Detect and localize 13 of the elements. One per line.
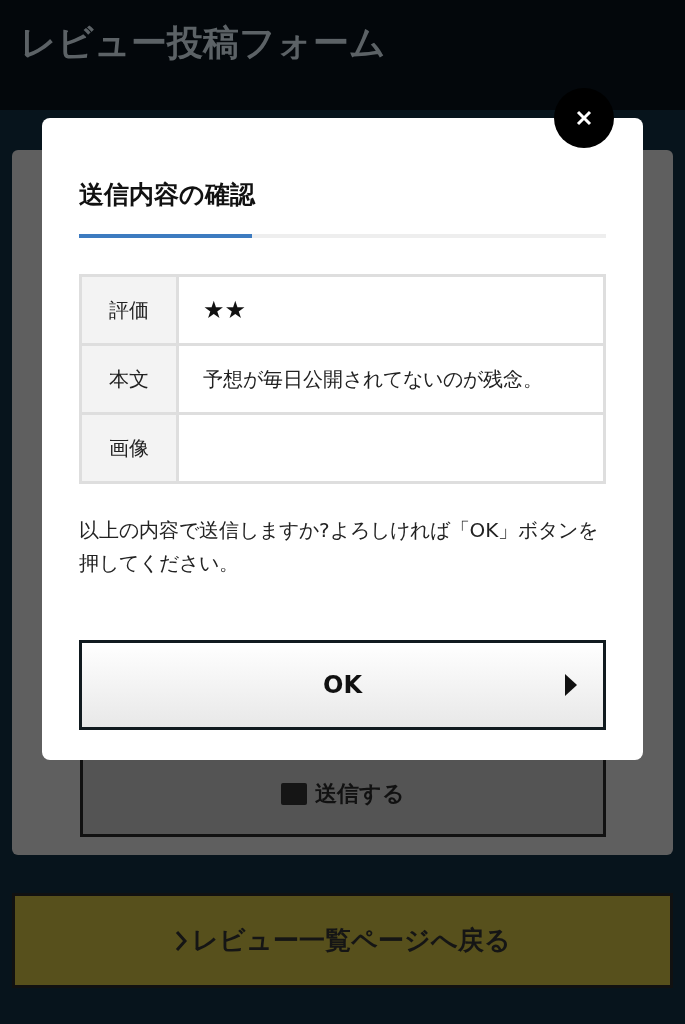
dialog-title: 送信内容の確認 (79, 179, 257, 211)
chevron-right-icon (174, 928, 188, 953)
triangle-right-icon (565, 673, 577, 696)
row-header: 画像 (82, 414, 176, 481)
ok-button[interactable]: OK (79, 639, 606, 730)
page-title: レビュー投稿フォーム (20, 22, 386, 63)
row-header: 評価 (82, 276, 176, 343)
back-button[interactable]: レビュー一覧ページへ戻る (12, 893, 673, 988)
row-header: 本文 (82, 345, 176, 412)
rating-cell: ★★ (179, 276, 603, 343)
table-cell: 予想が毎日公開されてないのが残念。 (179, 345, 603, 412)
close-icon (576, 110, 592, 126)
confirm-message: 以上の内容で送信しますか?よろしければ「OK」ボタンを押してください。 (79, 516, 600, 577)
